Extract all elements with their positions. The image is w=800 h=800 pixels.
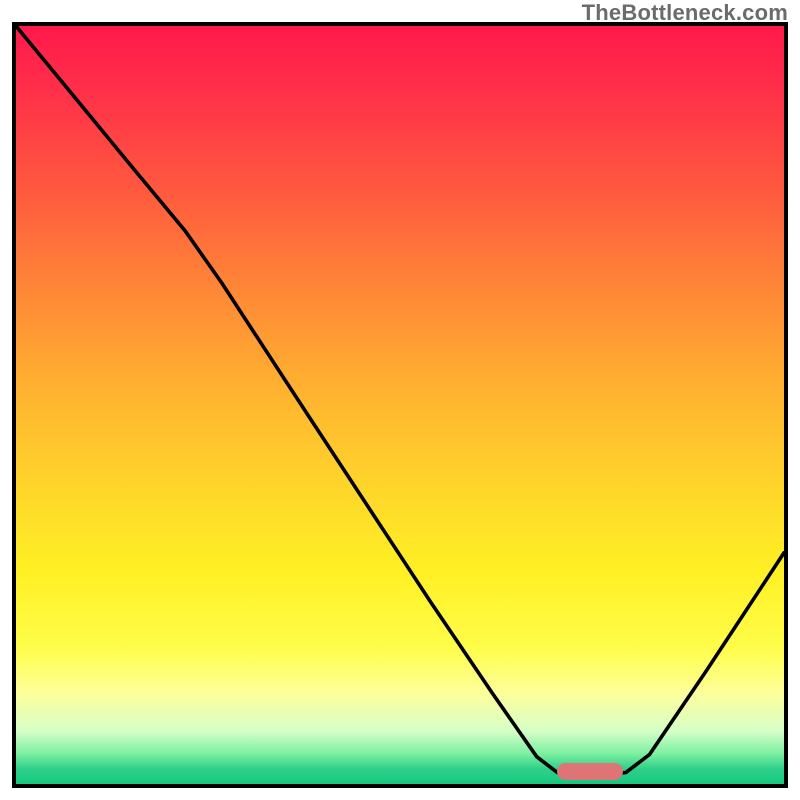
heat-gradient-background — [16, 26, 784, 784]
optimum-marker — [557, 763, 623, 780]
plot-frame — [12, 22, 788, 788]
